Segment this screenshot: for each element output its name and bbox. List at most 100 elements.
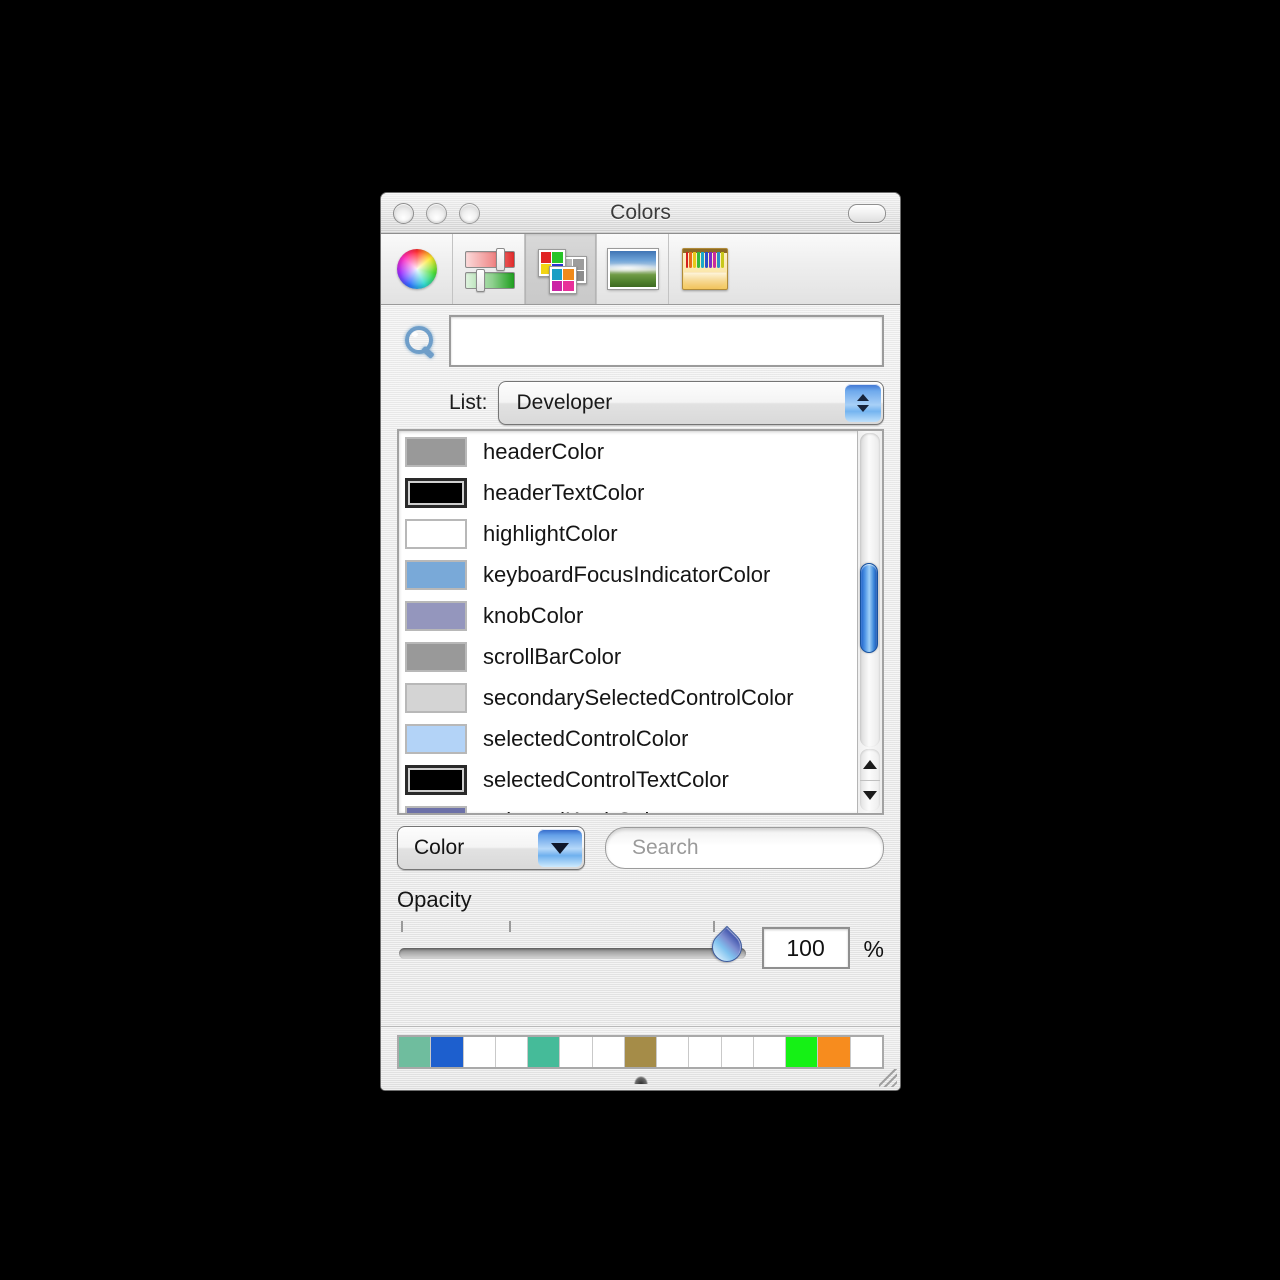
minimize-button[interactable] [426,202,447,224]
colors-panel-window: Colors List: Developer headerColor heade… [380,192,901,1091]
swatch-cell[interactable] [753,1037,787,1067]
scrollbar-thumb[interactable] [860,563,878,653]
swatch-cell[interactable] [463,1037,496,1067]
color-name-label: scrollBarColor [483,643,622,669]
triangle-up-icon [863,759,877,769]
swatch-color [495,1037,528,1067]
color-name-label: secondarySelectedControlColor [483,684,794,710]
triangle-down-icon [863,791,877,801]
swatch-cell[interactable] [721,1037,754,1067]
color-list-row[interactable]: scrollBarColor [399,636,858,677]
tab-crayons[interactable] [669,234,740,304]
color-list-row[interactable]: selectedKnobColor [399,800,858,813]
toolbar-toggle-button[interactable] [848,204,886,223]
color-search-input[interactable] [606,835,883,861]
opacity-slider-knob[interactable] [705,925,748,969]
swatch-cell[interactable] [399,1037,432,1067]
kind-popup-button[interactable]: Color [397,826,585,870]
color-list-rows: headerColor headerTextColor highlightColor… [399,431,858,813]
color-list-row[interactable]: selectedControlTextColor [399,759,858,800]
color-swatch [405,436,467,467]
opacity-slider-ticks [401,921,730,933]
crayons-icon [681,248,728,290]
swatch-cell[interactable] [657,1037,690,1067]
color-list-row[interactable]: keyboardFocusIndicatorColor [399,554,858,595]
color-swatch [405,805,467,813]
palette-search-input[interactable] [449,315,884,367]
swatch-color [624,1037,657,1067]
mode-tabstrip [381,234,900,305]
swatch-tray[interactable] [397,1035,884,1069]
close-button[interactable] [393,202,414,224]
zoom-button[interactable] [459,202,480,224]
panel-body: List: Developer headerColor headerTextCol… [381,305,900,1026]
color-wheel-icon [396,249,437,289]
image-palettes-icon [606,248,659,290]
tray-grabber-handle[interactable] [633,1076,648,1084]
window-resize-grip[interactable] [879,1069,897,1087]
magnifier-icon [403,324,437,359]
tab-image-palettes[interactable] [597,234,669,304]
color-name-label: keyboardFocusIndicatorColor [483,561,771,587]
swatch-cell[interactable] [431,1037,464,1067]
swatch-cell[interactable] [528,1037,561,1067]
color-name-label: headerColor [483,438,605,464]
palette-search-row [397,305,884,377]
swatch-color [592,1037,624,1067]
window-controls [393,202,480,224]
swatch-color [399,1037,431,1067]
opacity-label: Opacity [397,887,472,912]
swatch-color [463,1037,495,1067]
color-search-field[interactable] [605,827,884,869]
opacity-unit-label: % [863,936,884,962]
color-list-row[interactable]: selectedControlColor [399,718,858,759]
screen: Colors List: Developer headerColor heade… [0,0,1280,1280]
scroll-down-button[interactable] [860,781,880,812]
color-list-row[interactable]: headerColor [399,431,858,472]
color-list-scrollbar[interactable] [857,431,882,813]
tab-color-palettes[interactable] [525,234,597,304]
opacity-slider-area: 100 % [397,915,884,969]
color-list-row[interactable]: knobColor [399,595,858,636]
swatch-color [721,1037,753,1067]
swatch-color [528,1037,560,1067]
tab-color-sliders[interactable] [453,234,525,304]
swatch-cell[interactable] [786,1037,819,1067]
color-swatch [405,600,467,631]
swatch-cell[interactable] [818,1037,851,1067]
color-swatch [405,764,467,795]
list-popup-button[interactable]: Developer [497,381,884,425]
palette-card-accent [548,266,577,294]
swatch-color [818,1037,850,1067]
color-swatch [405,723,467,754]
window-titlebar[interactable]: Colors [381,193,900,234]
color-palettes-icon [537,248,587,294]
tabstrip-filler [740,234,900,304]
list-picker-row: List: Developer [397,377,884,429]
swatch-cell[interactable] [850,1037,882,1067]
scrollbar-buttons [860,749,880,811]
swatch-cell[interactable] [689,1037,722,1067]
swatch-cell[interactable] [560,1037,593,1067]
color-swatch [405,641,467,672]
swatch-color [431,1037,463,1067]
swatch-color [689,1037,721,1067]
swatch-cell[interactable] [592,1037,625,1067]
color-swatch [405,477,467,508]
color-list-row[interactable]: highlightColor [399,513,858,554]
swatch-cell[interactable] [495,1037,529,1067]
color-list-row[interactable]: headerTextColor [399,472,858,513]
opacity-slider[interactable] [397,915,748,969]
scroll-up-button[interactable] [860,749,880,780]
color-list-row[interactable]: secondarySelectedControlColor [399,677,858,718]
color-list[interactable]: headerColor headerTextColor highlightColor… [397,429,884,815]
color-swatch [405,518,467,549]
updown-chevrons-icon [845,384,881,422]
opacity-value-field[interactable]: 100 [761,927,850,969]
swatch-cell[interactable] [624,1037,658,1067]
kind-popup-value: Color [414,836,465,859]
tab-color-wheel[interactable] [381,234,453,304]
list-popup-value: Developer [516,391,613,414]
swatch-color [850,1037,882,1067]
opacity-slider-track[interactable] [399,948,746,959]
